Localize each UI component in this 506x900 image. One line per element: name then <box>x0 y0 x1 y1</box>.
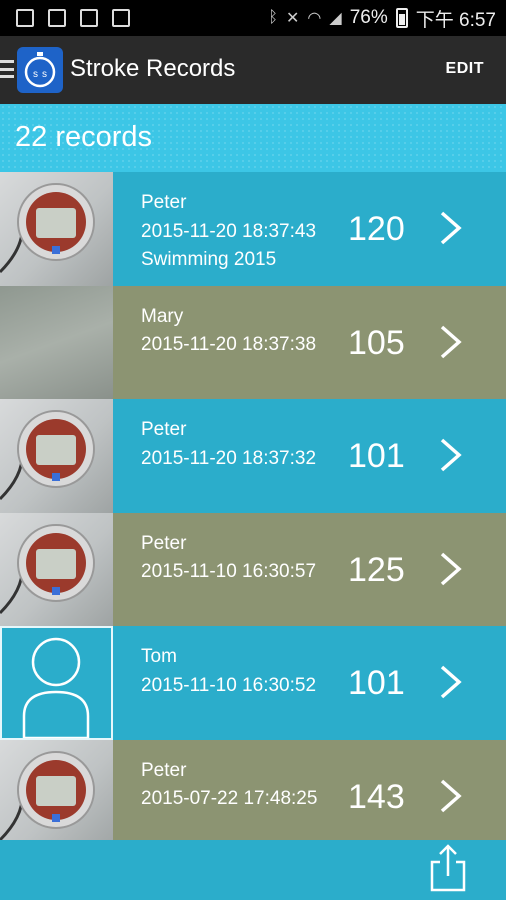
app-bar: s s Stroke Records EDIT <box>0 36 506 104</box>
record-info: Peter 2015-11-10 16:30:57 <box>141 530 316 587</box>
mute-icon: ✕ <box>286 10 300 27</box>
image-icon <box>48 9 66 27</box>
record-datetime: 2015-11-20 18:37:43 <box>141 220 317 242</box>
record-info: Peter 2015-07-22 17:48:25 <box>141 757 317 814</box>
record-row[interactable]: Tom 2015-11-10 16:30:52 101 <box>0 626 506 740</box>
record-row[interactable]: Mary 2015-11-20 18:37:38 105 <box>0 285 506 399</box>
record-count: 22 records <box>15 121 153 153</box>
chevron-right-icon[interactable] <box>437 778 465 814</box>
notification-icon <box>16 9 34 27</box>
record-datetime: 2015-11-20 18:37:38 <box>141 334 317 355</box>
records-header: 22 records <box>0 104 506 172</box>
stopwatch-app-icon[interactable]: s s <box>17 47 63 93</box>
chevron-right-icon[interactable] <box>437 664 465 700</box>
battery-percent: 76% <box>349 7 388 28</box>
stopwatch-thumbnail <box>0 739 113 853</box>
record-score: 125 <box>348 550 405 589</box>
record-info: Tom 2015-11-10 16:30:52 <box>141 643 316 700</box>
record-name: Peter <box>141 192 187 213</box>
record-info: Mary 2015-11-20 18:37:38 <box>141 303 316 360</box>
record-score: 120 <box>348 210 405 248</box>
record-row[interactable]: Peter 2015-11-20 18:37:32 101 <box>0 399 506 513</box>
record-row[interactable]: Peter 2015-07-22 17:48:25 143 <box>0 739 506 853</box>
record-score: 143 <box>348 777 405 816</box>
record-score: 105 <box>348 323 405 362</box>
signal-icon: ◢ <box>329 10 342 27</box>
record-datetime: 2015-07-22 17:48:25 <box>141 788 318 809</box>
record-name: Mary <box>141 305 184 327</box>
menu-icon[interactable] <box>0 60 14 78</box>
record-datetime: 2015-11-10 16:30:52 <box>141 674 317 696</box>
record-score: 101 <box>348 664 405 702</box>
cast-icon <box>80 9 98 27</box>
status-bar: ᛒ ✕ ◠ ◢ 76% 下午 6:57 <box>0 0 506 36</box>
edit-button[interactable]: EDIT <box>446 60 484 78</box>
records-list: Peter 2015-11-20 18:37:43 Swimming 2015 … <box>0 172 506 853</box>
stopwatch-thumbnail <box>0 172 113 286</box>
page-title: Stroke Records <box>70 55 236 82</box>
stopwatch-thumbnail <box>0 512 113 626</box>
bottom-toolbar <box>0 840 506 900</box>
blurred-thumbnail <box>0 285 113 399</box>
bluetooth-icon: ᛒ <box>268 9 279 26</box>
record-datetime: 2015-11-20 18:37:32 <box>141 447 317 469</box>
briefcase-icon <box>112 9 130 27</box>
record-name: Peter <box>141 759 187 781</box>
record-score: 101 <box>348 437 405 475</box>
stopwatch-thumbnail <box>0 399 113 513</box>
record-row[interactable]: Peter 2015-11-20 18:37:43 Swimming 2015 … <box>0 172 506 286</box>
record-info: Peter 2015-11-20 18:37:43 Swimming 2015 <box>141 189 316 275</box>
share-icon[interactable] <box>428 842 468 894</box>
record-info: Peter 2015-11-20 18:37:32 <box>141 416 316 473</box>
svg-text:s: s <box>33 69 38 80</box>
chevron-right-icon[interactable] <box>437 551 465 587</box>
default-avatar-thumbnail <box>0 626 113 740</box>
wifi-icon: ◠ <box>307 10 322 27</box>
record-note: Swimming 2015 <box>141 249 277 270</box>
record-datetime: 2015-11-10 16:30:57 <box>141 561 317 582</box>
record-name: Peter <box>141 532 187 554</box>
record-name: Tom <box>141 646 177 667</box>
battery-icon <box>395 8 408 28</box>
clock: 下午 6:57 <box>415 9 496 31</box>
chevron-right-icon[interactable] <box>437 210 465 246</box>
record-name: Peter <box>141 419 187 440</box>
person-icon <box>22 637 90 738</box>
record-row[interactable]: Peter 2015-11-10 16:30:57 125 <box>0 512 506 626</box>
chevron-right-icon[interactable] <box>437 437 465 473</box>
chevron-right-icon[interactable] <box>437 324 465 360</box>
svg-text:s: s <box>42 69 47 80</box>
